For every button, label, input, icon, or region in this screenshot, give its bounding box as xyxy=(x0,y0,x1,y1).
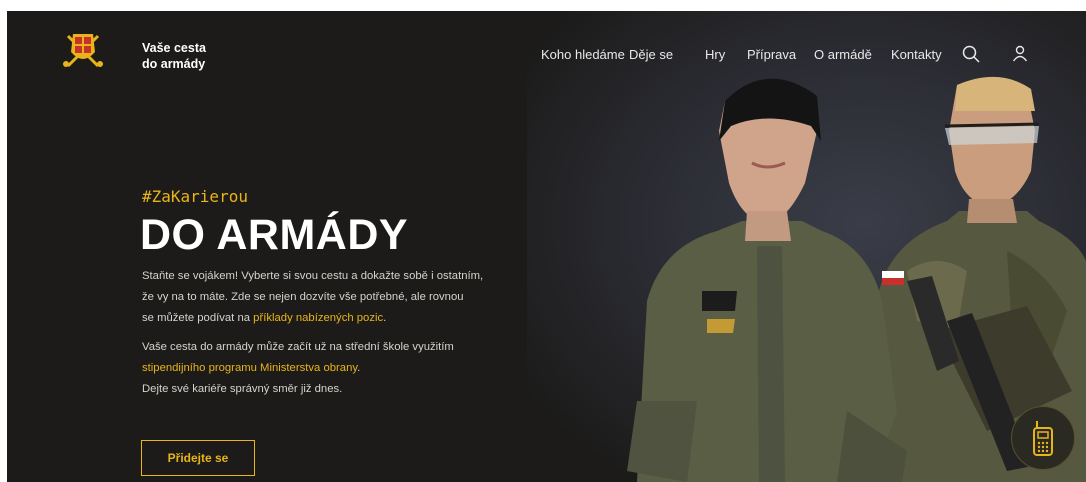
page: Vaše cesta do armády Koho hledáme Děje s… xyxy=(7,11,1086,482)
walkie-talkie-icon xyxy=(1033,421,1053,456)
brand-title[interactable]: Vaše cesta do armády xyxy=(142,40,206,72)
hero-p1-line1: Staňte se vojákem! Vyberte si svou cestu… xyxy=(142,270,484,282)
brand-line-2: do armády xyxy=(142,57,206,71)
nav-priprava[interactable]: Příprava xyxy=(747,47,796,62)
nav-koho-hledame[interactable]: Koho hledáme xyxy=(541,47,625,62)
hero-title: DO ARMÁDY xyxy=(140,211,409,259)
hero-p2-line2: stipendijního programu Ministerstva obra… xyxy=(142,358,542,379)
hero-paragraph-2: Vaše cesta do armády může začít už na st… xyxy=(142,337,542,400)
contact-fab[interactable] xyxy=(1011,406,1075,470)
search-icon[interactable] xyxy=(961,44,981,64)
soldiers-photo xyxy=(627,76,1086,482)
nav-o-armade[interactable]: O armádě xyxy=(814,47,872,62)
hero-p2-line3: Dejte své kariéře správný směr již dnes. xyxy=(142,383,343,395)
user-icon[interactable] xyxy=(1010,44,1030,64)
nav-hry[interactable]: Hry xyxy=(705,47,725,62)
female-soldier xyxy=(627,78,907,482)
hero-p1-line2: že vy na to máte. Zde se nejen dozvíte v… xyxy=(142,291,464,303)
army-emblem-icon[interactable] xyxy=(60,26,106,74)
scholarship-link[interactable]: stipendijního programu Ministerstva obra… xyxy=(142,362,357,374)
hero-paragraph-1: Staňte se vojákem! Vyberte si svou cestu… xyxy=(142,266,542,329)
hero-p2-line2-end: . xyxy=(357,362,361,374)
hero-hashtag: #ZaKarierou xyxy=(142,187,248,206)
hero-p1-line3-end: . xyxy=(383,312,387,324)
join-button[interactable]: Přidejte se xyxy=(141,440,255,476)
brand-line-1: Vaše cesta xyxy=(142,41,206,55)
nav-deje-se[interactable]: Děje se xyxy=(629,47,673,62)
hero-p2-line1: Vaše cesta do armády může začít už na st… xyxy=(142,341,454,353)
positions-link[interactable]: příklady nabízených pozic xyxy=(253,312,383,324)
hero-p1-line3: se můžete podívat na příklady nabízených… xyxy=(142,308,542,329)
hero-p1-line3-text: se můžete podívat na xyxy=(142,312,254,324)
nav-kontakty[interactable]: Kontakty xyxy=(891,47,942,62)
